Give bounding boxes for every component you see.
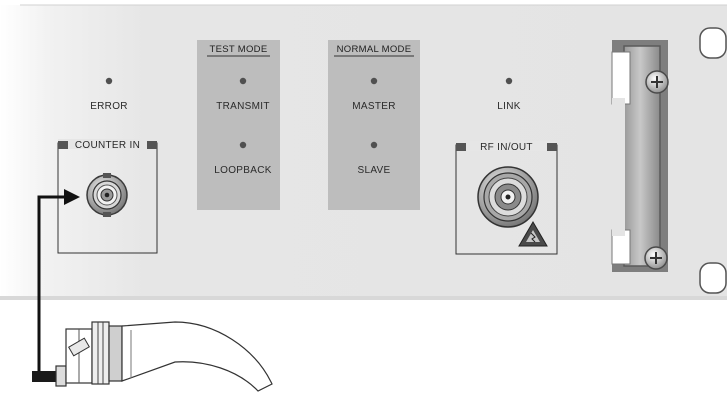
error-label: ERROR bbox=[90, 101, 128, 112]
test-mode-box bbox=[197, 40, 280, 210]
master-label: MASTER bbox=[352, 101, 395, 112]
loopback-label: LOOPBACK bbox=[214, 165, 271, 176]
screw-icon bbox=[645, 70, 669, 94]
rf-in-out-label: RF IN/OUT bbox=[480, 142, 533, 153]
rack-slot-top bbox=[699, 27, 727, 59]
counter-in-label: COUNTER IN bbox=[75, 140, 140, 151]
link-led bbox=[505, 77, 513, 85]
screw-icon bbox=[644, 246, 668, 270]
cable-plug-icon bbox=[32, 321, 273, 392]
transmit-led bbox=[239, 77, 247, 85]
error-led bbox=[105, 77, 113, 85]
master-led bbox=[370, 77, 378, 85]
loopback-led bbox=[239, 141, 247, 149]
slave-led bbox=[370, 141, 378, 149]
slave-label: SLAVE bbox=[358, 165, 391, 176]
normal-mode-title: NORMAL MODE bbox=[337, 44, 412, 55]
n-type-connector-icon[interactable] bbox=[477, 166, 539, 228]
normal-mode-box bbox=[328, 40, 420, 210]
rack-slot-bottom bbox=[699, 262, 727, 294]
transmit-label: TRANSMIT bbox=[216, 101, 270, 112]
link-label: LINK bbox=[497, 101, 520, 112]
panel-bottom-edge bbox=[0, 296, 727, 300]
panel-illustration: TEST MODE NORMAL MODE ERROR TRANSMIT LOO… bbox=[0, 4, 727, 392]
test-mode-title: TEST MODE bbox=[210, 44, 268, 55]
